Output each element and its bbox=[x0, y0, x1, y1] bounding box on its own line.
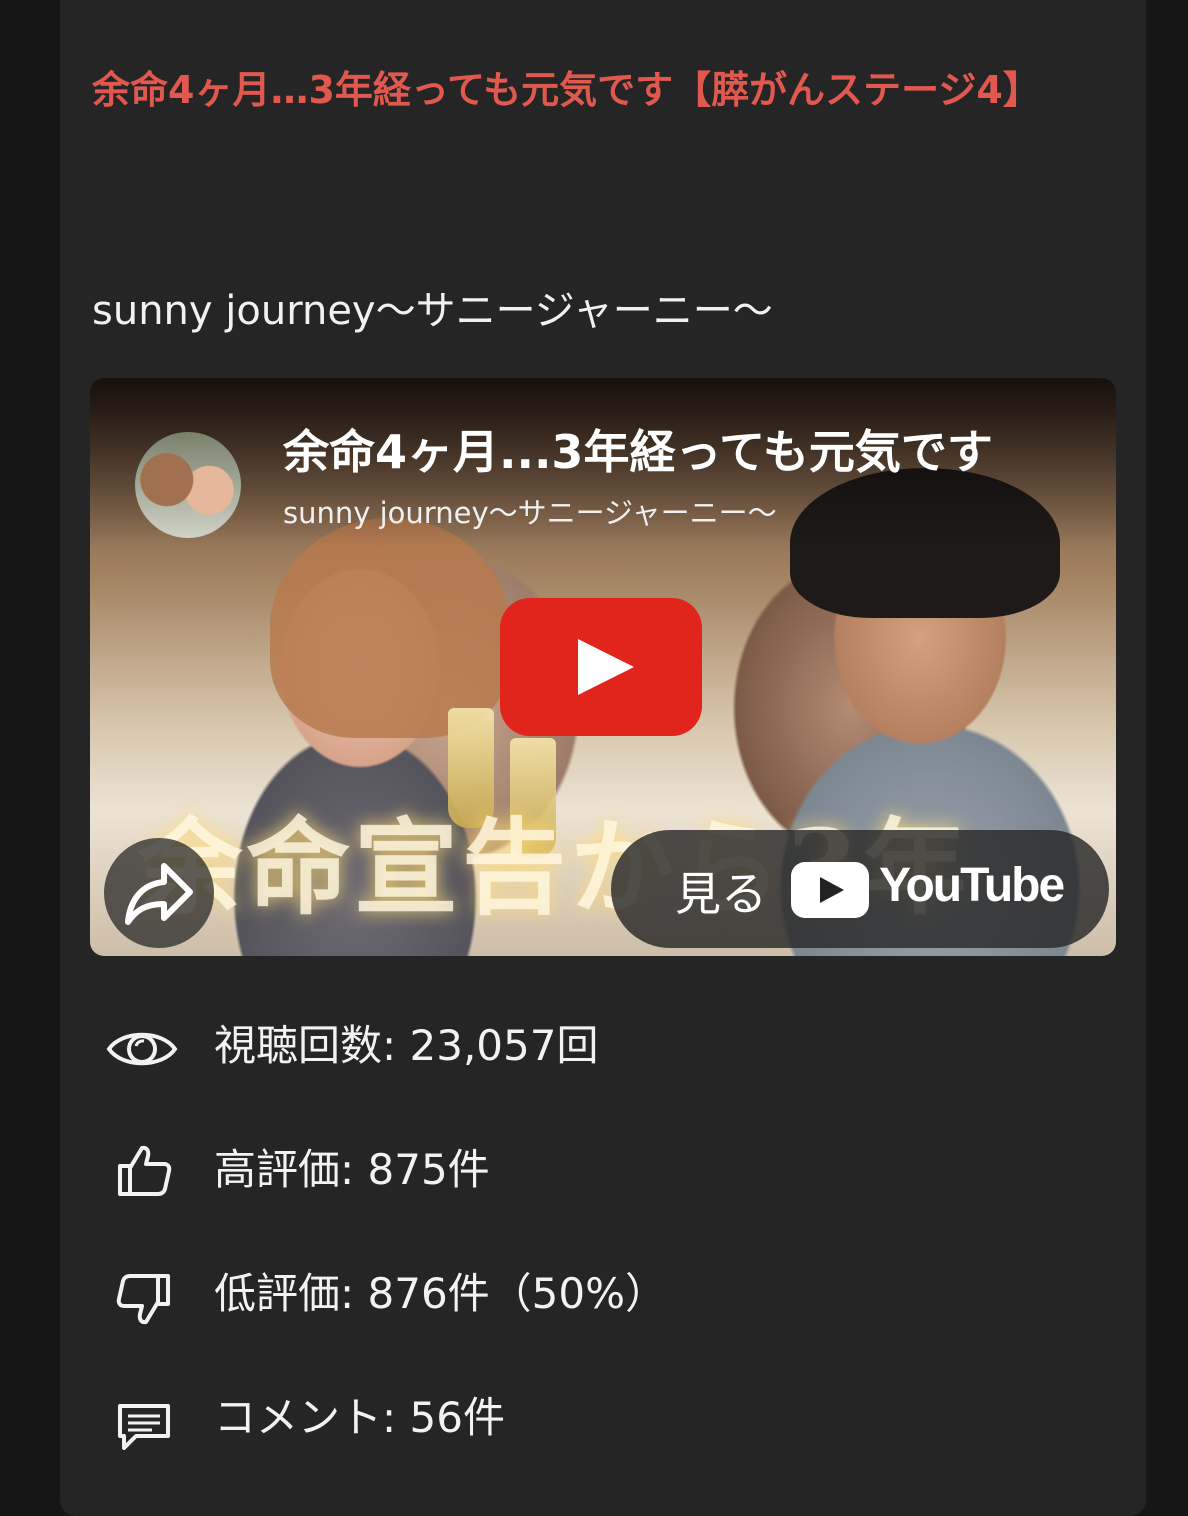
youtube-wordmark: YouTube bbox=[879, 859, 1065, 912]
share-button[interactable] bbox=[104, 838, 214, 948]
thumbnail-woman-hair bbox=[270, 518, 510, 738]
views-count: 視聴回数: 23,057回 bbox=[214, 1021, 599, 1070]
comments-count: コメント: 56件 bbox=[214, 1393, 505, 1442]
share-icon bbox=[125, 863, 193, 925]
comment-icon bbox=[118, 1404, 170, 1450]
play-button[interactable] bbox=[500, 598, 702, 736]
video-card: 余命4ヶ月…3年経っても元気です【膵がんステージ4】 sunny journey… bbox=[60, 0, 1146, 1516]
dislikes-count: 低評価: 876件（50%） bbox=[214, 1269, 668, 1318]
post-title[interactable]: 余命4ヶ月…3年経っても元気です【膵がんステージ4】 bbox=[92, 52, 1102, 128]
watch-on-youtube-button[interactable]: 見る YouTube bbox=[611, 830, 1109, 948]
youtube-embed-player[interactable]: 余命宣告から3年 余命4ヶ月...3年経っても元気です sunny journe… bbox=[90, 378, 1116, 956]
channel-avatar[interactable] bbox=[135, 432, 241, 538]
likes-count: 高評価: 875件 bbox=[214, 1145, 490, 1194]
thumbs-up-icon bbox=[118, 1145, 172, 1196]
channel-name: sunny journey〜サニージャーニー〜 bbox=[92, 288, 773, 334]
thumbs-down-icon bbox=[116, 1274, 170, 1325]
watch-label: 見る bbox=[675, 867, 767, 921]
video-title[interactable]: 余命4ヶ月...3年経っても元気です bbox=[283, 416, 1083, 482]
youtube-logo-icon bbox=[791, 862, 869, 918]
video-channel-name[interactable]: sunny journey〜サニージャーニー〜 bbox=[283, 490, 777, 532]
eye-icon bbox=[106, 1032, 178, 1066]
